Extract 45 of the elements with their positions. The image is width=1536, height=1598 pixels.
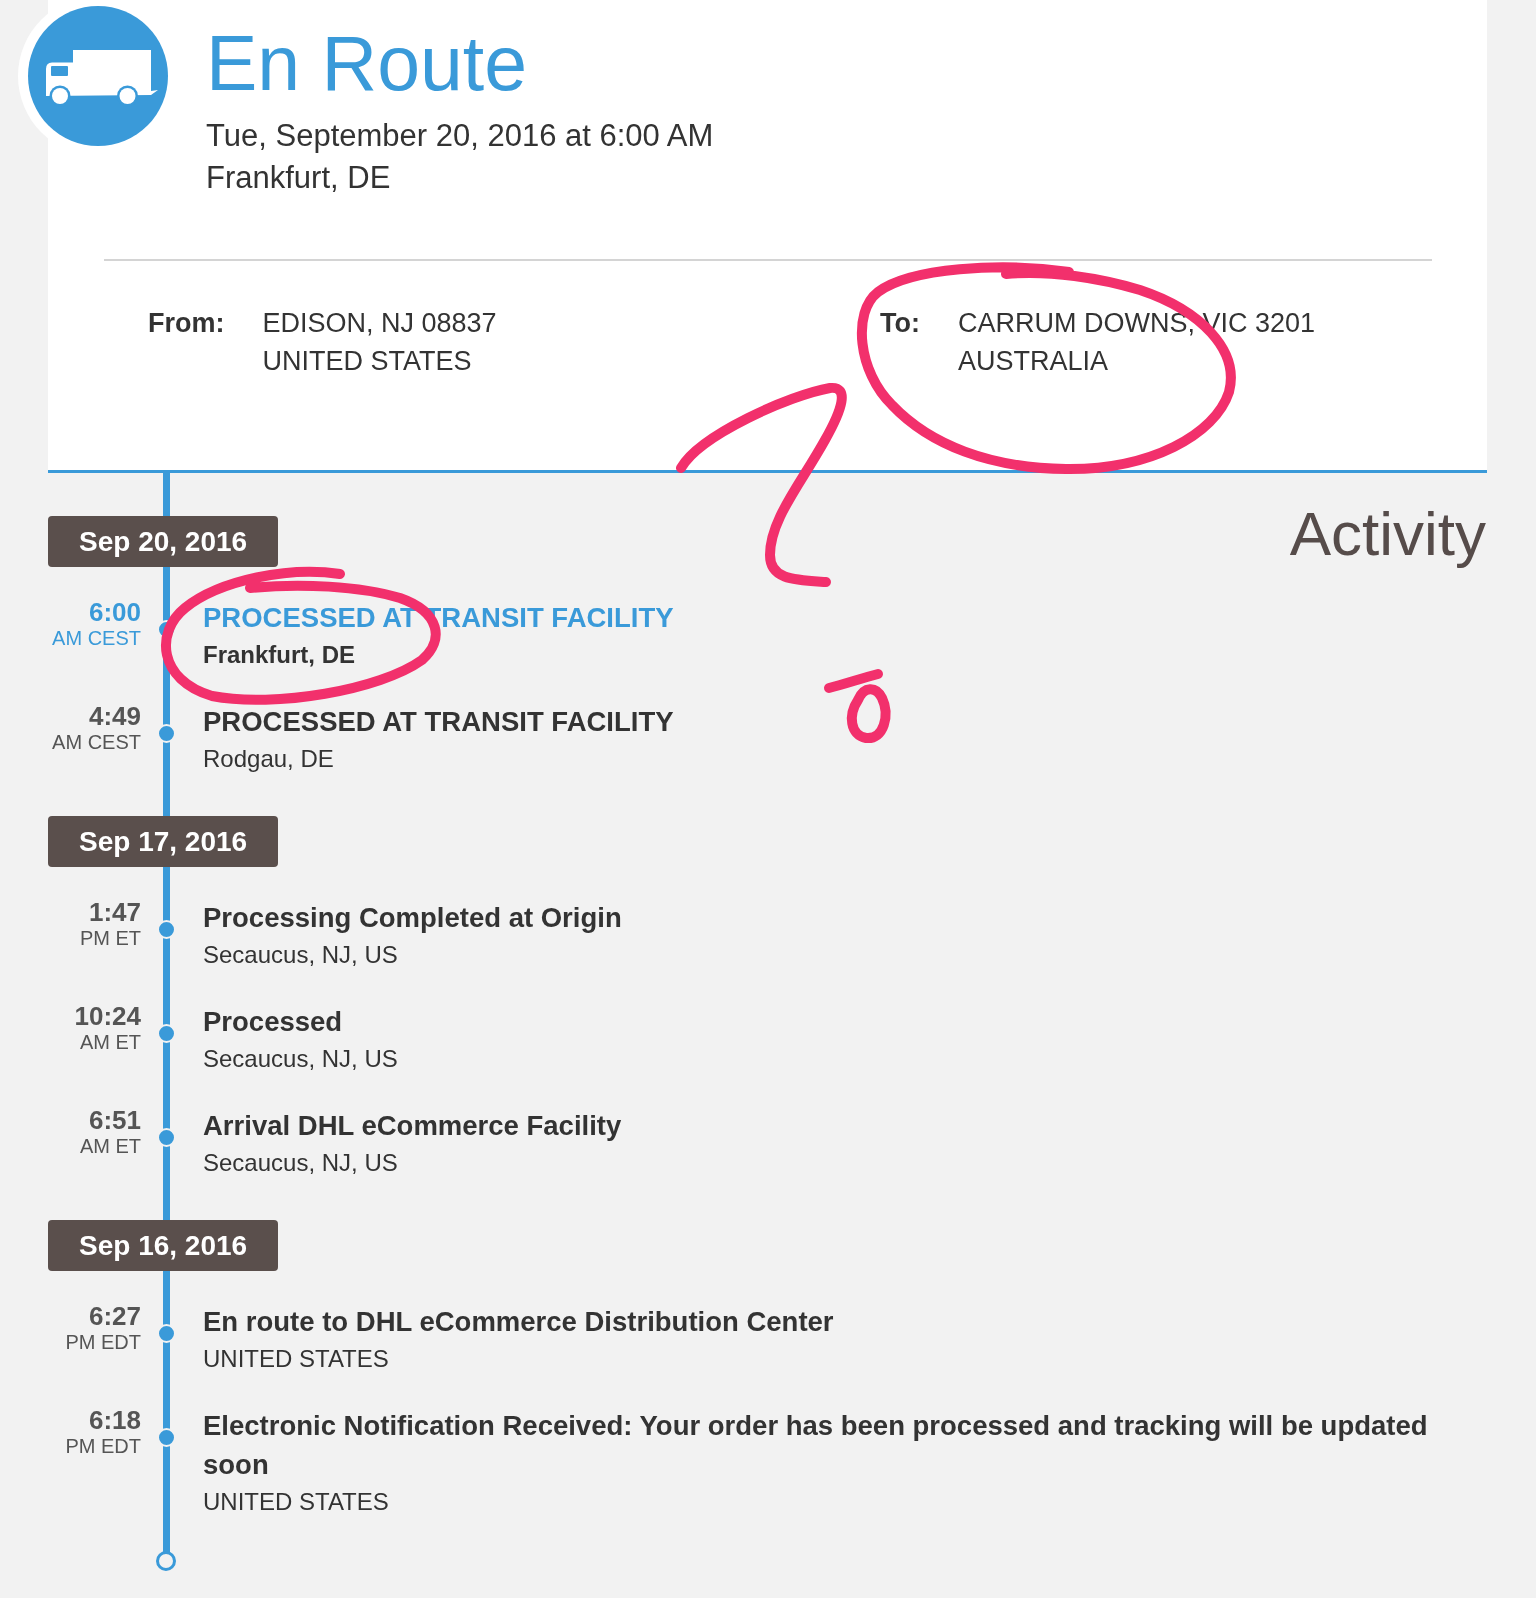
event-time: 6:51	[87, 1105, 141, 1135]
event-title: En route to DHL eCommerce Distribution Center	[203, 1305, 835, 1339]
event-location: Secaucus, NJ, US	[203, 940, 399, 970]
event-time-zone: AM ET	[78, 1134, 141, 1158]
event-time-zone: AM ET	[78, 1030, 141, 1054]
timeline-dot-icon	[157, 1427, 176, 1447]
date-badge: Sep 16, 2016	[48, 1220, 279, 1271]
timeline-dot-icon	[157, 723, 176, 743]
event-title: Electronic Notification Received: Your order has been processed and tracking will be updated soon	[203, 1409, 1429, 1482]
address-line: EDISON, NJ 08837	[262, 307, 497, 340]
date-badge: Sep 20, 2016	[48, 516, 279, 567]
event-title: Processed	[203, 1005, 344, 1039]
event-location: Frankfurt, DE	[203, 640, 356, 670]
event-time: 6:18	[87, 1405, 141, 1435]
event-location: Secaucus, NJ, US	[203, 1148, 399, 1178]
event-title: Processing Completed at Origin	[203, 901, 623, 935]
event-location: UNITED STATES	[203, 1487, 390, 1517]
event-title: Arrival DHL eCommerce Facility	[203, 1109, 623, 1143]
event-time-zone: PM EDT	[64, 1434, 141, 1458]
address-line: AUSTRALIA	[958, 345, 1110, 378]
address-label: To:	[880, 307, 920, 340]
event-time-zone: AM CEST	[51, 626, 141, 650]
event-time: 10:24	[73, 1001, 141, 1031]
event-title: PROCESSED AT TRANSIT FACILITY	[203, 705, 675, 739]
event-time: 6:27	[87, 1301, 141, 1331]
event-time: 6:00	[87, 597, 141, 627]
address-line: UNITED STATES	[262, 345, 473, 378]
status-date: Tue, September 20, 2016 at 6:00 AM	[206, 117, 714, 155]
status-title: En Route	[206, 25, 529, 102]
event-time-zone: PM EDT	[64, 1330, 141, 1354]
timeline-dot-icon	[157, 1023, 176, 1043]
event-time-zone: PM ET	[78, 926, 141, 950]
event-location: UNITED STATES	[203, 1344, 390, 1374]
timeline-dot-icon	[157, 919, 176, 939]
event-time: 1:47	[87, 897, 141, 927]
event-time-zone: AM CEST	[51, 730, 141, 754]
event-location: Secaucus, NJ, US	[203, 1044, 399, 1074]
status-location: Frankfurt, DE	[206, 159, 392, 197]
event-location: Rodgau, DE	[203, 744, 335, 774]
timeline-dot-icon	[157, 1323, 176, 1343]
date-badge: Sep 17, 2016	[48, 816, 279, 867]
event-time: 4:49	[87, 701, 141, 731]
address-label: From:	[148, 307, 225, 340]
timeline-end-icon	[156, 1551, 176, 1571]
timeline-dot-icon	[157, 1127, 176, 1147]
